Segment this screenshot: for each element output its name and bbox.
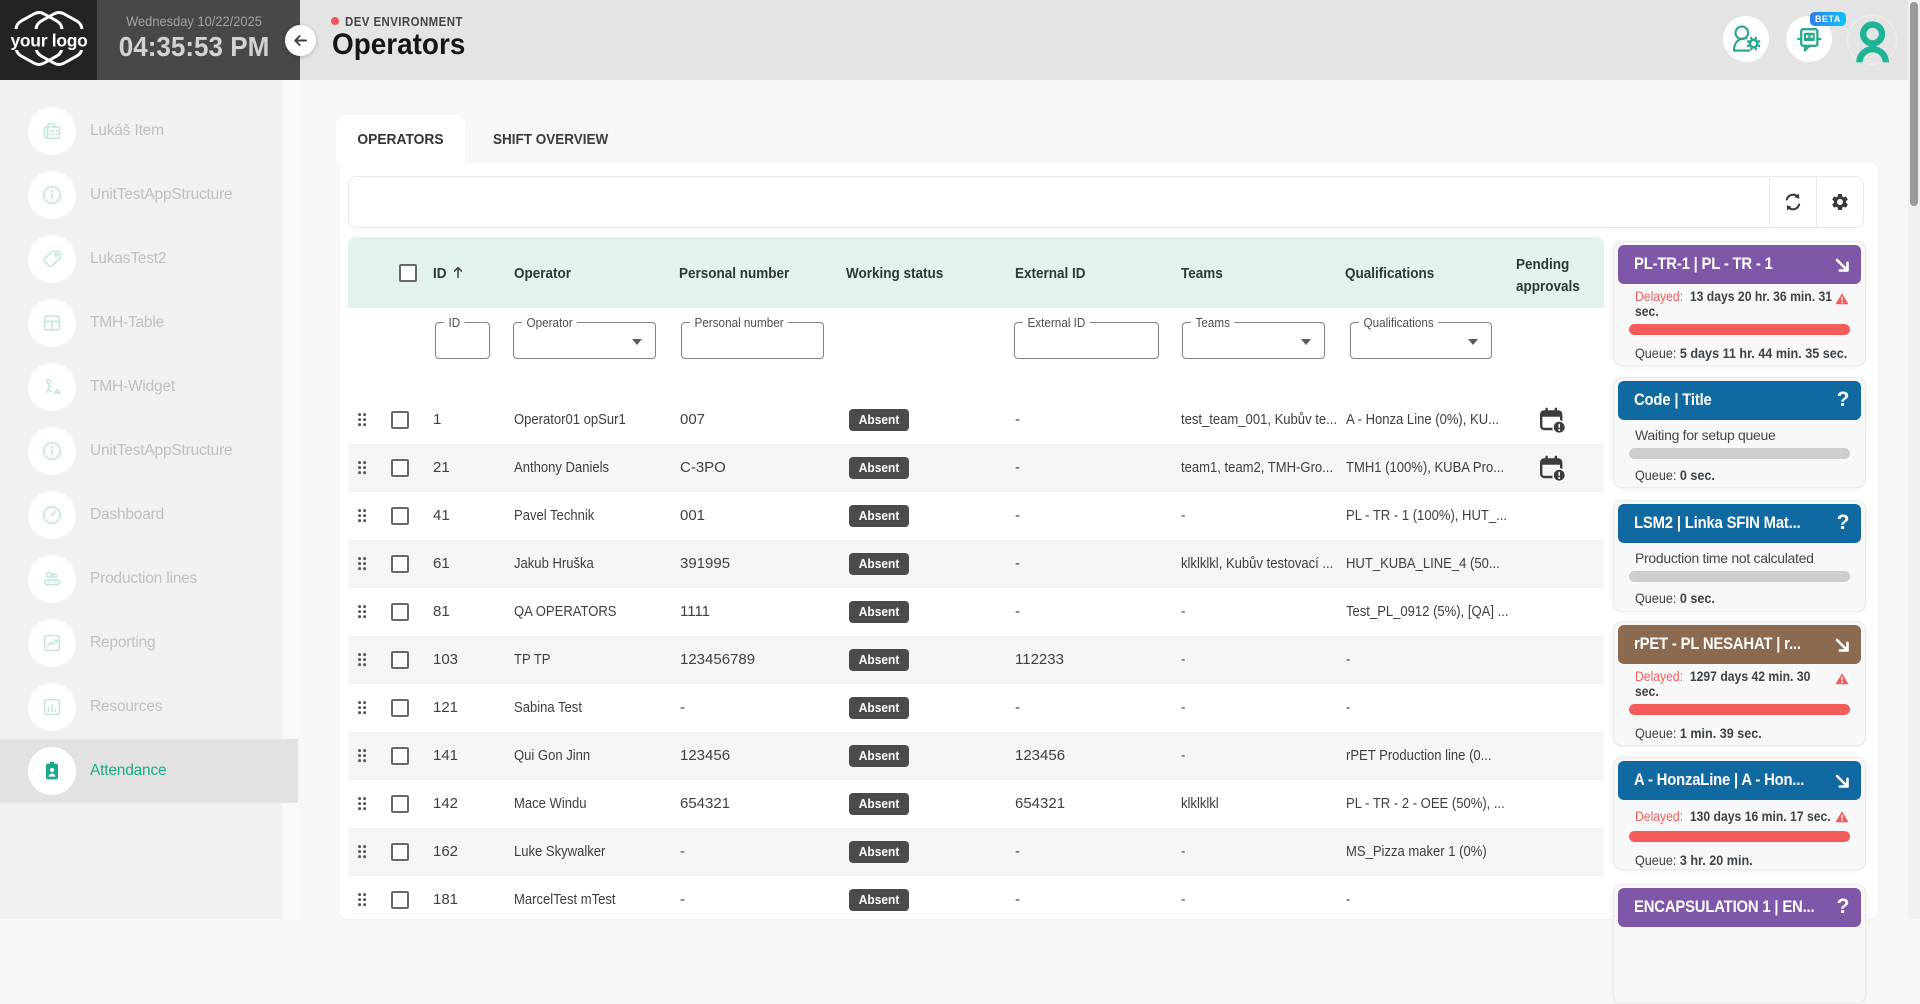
svg-text:?: ?: [1837, 897, 1850, 918]
svg-text:?: ?: [1837, 390, 1850, 411]
svg-text:your logo: your logo: [10, 31, 87, 51]
svg-text:?: ?: [1837, 513, 1850, 534]
